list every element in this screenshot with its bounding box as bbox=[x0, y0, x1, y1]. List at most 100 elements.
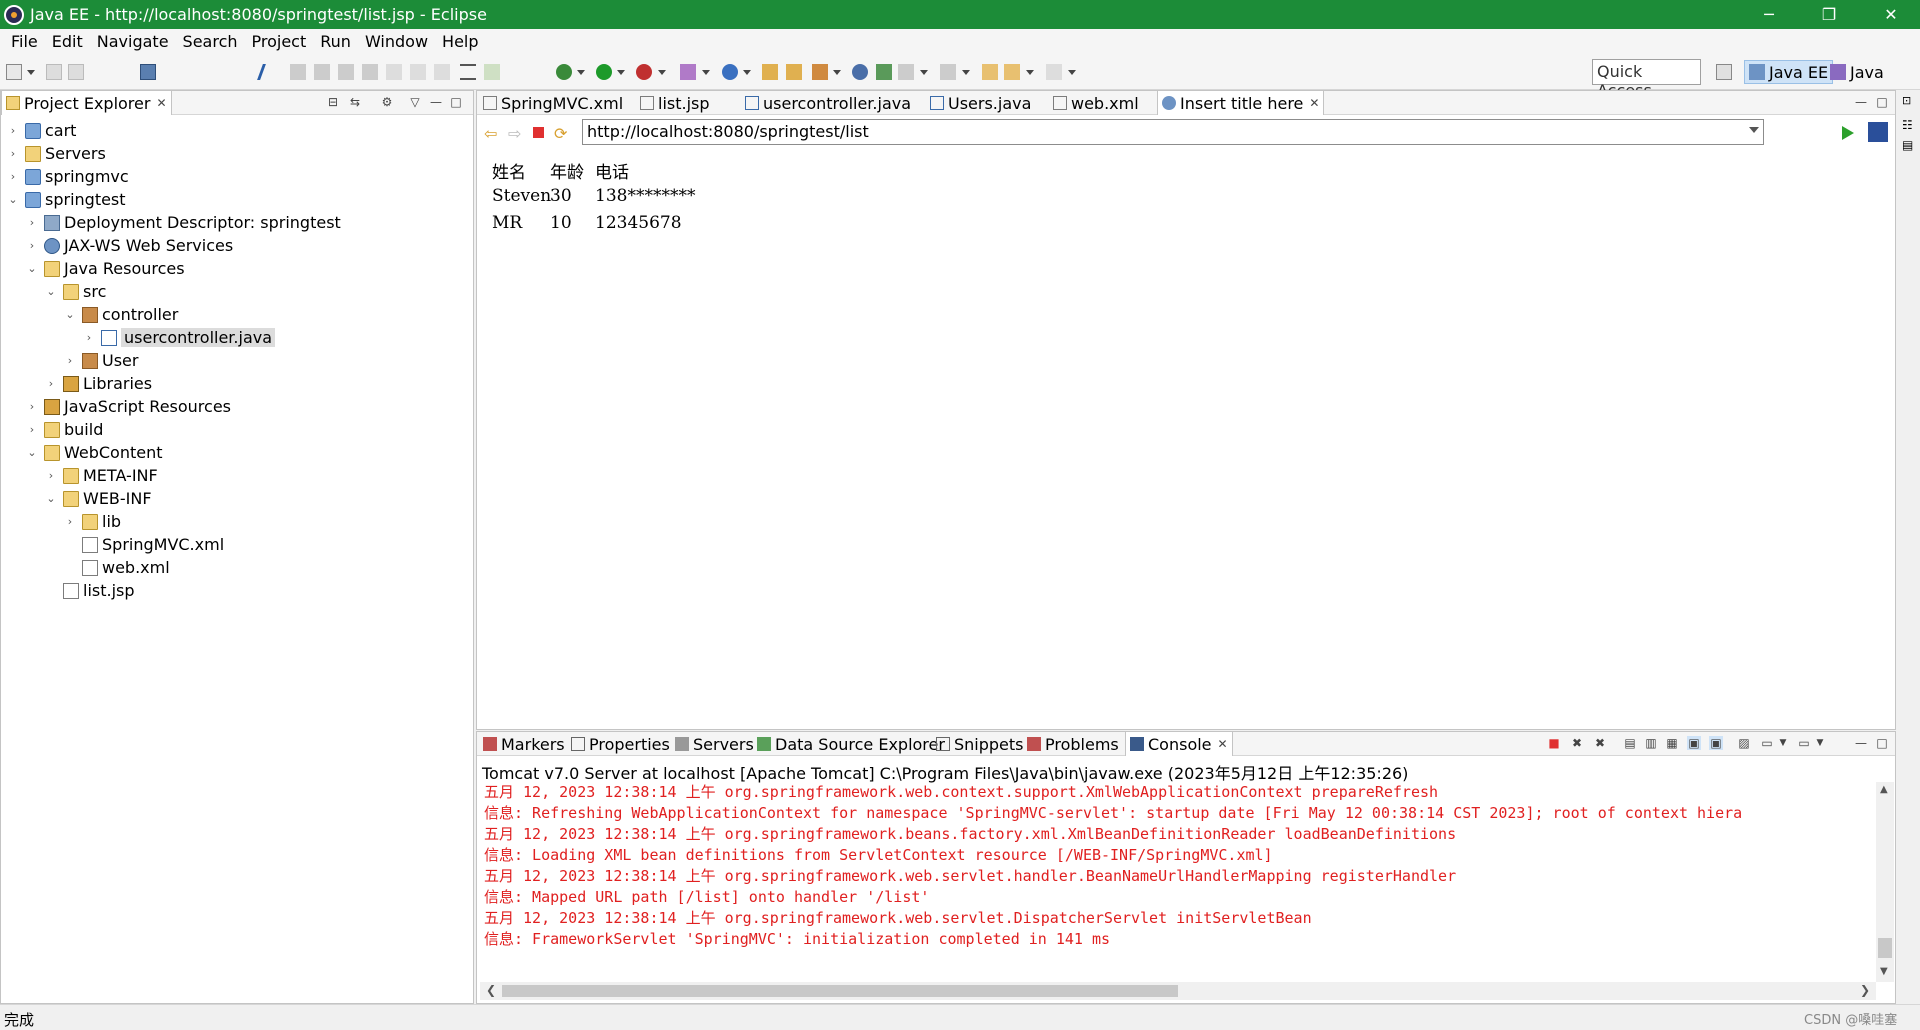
tab-insert-title-here[interactable]: Insert title here ✕ bbox=[1157, 91, 1325, 115]
tree-item-build[interactable]: › build bbox=[26, 418, 104, 441]
tab-project-explorer[interactable]: Project Explorer ✕ bbox=[1, 91, 172, 115]
tab-springmvc-xml[interactable]: SpringMVC.xml bbox=[479, 91, 627, 115]
menu-navigate[interactable]: Navigate bbox=[90, 32, 176, 51]
close-icon[interactable]: ✕ bbox=[1309, 96, 1319, 110]
chevron-right-icon[interactable]: › bbox=[45, 469, 57, 482]
forward-arrow-icon[interactable]: ⇨ bbox=[508, 124, 521, 143]
tab-servers[interactable]: Servers bbox=[671, 732, 758, 756]
chevron-right-icon[interactable]: › bbox=[64, 354, 76, 367]
maximize-view-icon[interactable]: □ bbox=[1875, 736, 1889, 750]
chevron-right-icon[interactable]: › bbox=[7, 147, 19, 160]
debug-icon[interactable] bbox=[556, 64, 572, 80]
tab-console[interactable]: Console ✕ bbox=[1125, 732, 1233, 756]
chevron-right-icon[interactable]: › bbox=[45, 377, 57, 390]
tree-item-cart[interactable]: › cart bbox=[7, 119, 77, 142]
terminate-icon[interactable] bbox=[338, 64, 354, 80]
tree-item-web-xml[interactable]: web.xml bbox=[64, 556, 170, 579]
chevron-down-icon[interactable]: ⌄ bbox=[45, 285, 57, 298]
tree-item-meta-inf[interactable]: › META-INF bbox=[45, 464, 158, 487]
cursor-icon[interactable] bbox=[257, 64, 279, 80]
remove-launch-icon[interactable]: ✖ bbox=[1570, 736, 1584, 750]
minimize-view-icon[interactable]: — bbox=[1854, 736, 1868, 750]
menu-help[interactable]: Help bbox=[435, 32, 485, 51]
open-type-icon[interactable] bbox=[762, 64, 778, 80]
chevron-down-icon[interactable]: ⌄ bbox=[26, 262, 38, 275]
tab-snippets[interactable]: Snippets bbox=[932, 732, 1028, 756]
tab-list-jsp[interactable]: list.jsp bbox=[636, 91, 714, 115]
chevron-down-icon[interactable]: ⌄ bbox=[45, 492, 57, 505]
tree-item-list-jsp[interactable]: list.jsp bbox=[45, 579, 135, 602]
tab-problems[interactable]: Problems bbox=[1023, 732, 1123, 756]
tab-users-java[interactable]: Users.java bbox=[926, 91, 1035, 115]
external-tools-dropdown-icon[interactable] bbox=[658, 70, 666, 75]
display-console-icon[interactable]: ▭ bbox=[1760, 736, 1774, 750]
back-dropdown-icon[interactable] bbox=[1026, 70, 1034, 75]
chevron-right-icon[interactable]: › bbox=[26, 423, 38, 436]
tree-item-java-resources[interactable]: ⌄ Java Resources bbox=[26, 257, 184, 280]
clear-console-icon[interactable]: ▤ bbox=[1623, 736, 1637, 750]
search-icon[interactable] bbox=[812, 64, 828, 80]
tree-item-controller[interactable]: ⌄ controller bbox=[64, 303, 178, 326]
collapse-all-icon[interactable]: ⊟ bbox=[326, 95, 340, 109]
tree-item-web-inf[interactable]: ⌄ WEB-INF bbox=[45, 487, 151, 510]
external-tools-icon[interactable] bbox=[636, 64, 652, 80]
open-task-icon[interactable] bbox=[786, 64, 802, 80]
suspend-icon[interactable] bbox=[314, 64, 330, 80]
go-icon[interactable] bbox=[1842, 126, 1854, 140]
tab-data-source-explorer[interactable]: Data Source Explorer bbox=[753, 732, 949, 756]
task-list-icon[interactable]: ▤ bbox=[1902, 138, 1913, 152]
close-icon[interactable]: ✕ bbox=[1218, 737, 1228, 751]
terminal-icon[interactable] bbox=[140, 64, 156, 80]
tree-item-usercontroller-java[interactable]: › usercontroller.java bbox=[83, 326, 276, 349]
scroll-left-icon[interactable]: ❮ bbox=[486, 983, 496, 997]
chevron-down-icon[interactable]: ⌄ bbox=[64, 308, 76, 321]
step-into-icon[interactable] bbox=[386, 64, 402, 80]
horizontal-scrollbar[interactable]: ❮ ❯ bbox=[480, 982, 1876, 1000]
tree-item-lib[interactable]: › lib bbox=[64, 510, 121, 533]
last-edit-dropdown-icon[interactable] bbox=[962, 70, 970, 75]
debug-dropdown-icon[interactable] bbox=[577, 70, 585, 75]
tree-item-user[interactable]: › User bbox=[64, 349, 139, 372]
chevron-down-icon[interactable]: ⌄ bbox=[26, 446, 38, 459]
scroll-right-icon[interactable]: ❯ bbox=[1860, 983, 1870, 997]
search-dropdown-icon[interactable] bbox=[833, 70, 841, 75]
open-console-dropdown-icon[interactable]: ▼ bbox=[1813, 736, 1827, 750]
remove-all-icon[interactable]: ✖ bbox=[1593, 736, 1607, 750]
tree-item-servers[interactable]: › Servers bbox=[7, 142, 106, 165]
menu-file[interactable]: File bbox=[4, 32, 45, 51]
tab-markers[interactable]: Markers bbox=[479, 732, 569, 756]
perspective-java[interactable]: Java bbox=[1826, 60, 1888, 84]
tab-web-xml[interactable]: web.xml bbox=[1049, 91, 1143, 115]
tree-item-springtest[interactable]: ⌄ springtest bbox=[7, 188, 125, 211]
open-perspective-icon[interactable] bbox=[1716, 64, 1732, 80]
tree-item-deployment-descriptor-springtest[interactable]: › Deployment Descriptor: springtest bbox=[26, 211, 341, 234]
chevron-down-icon[interactable]: ⌄ bbox=[7, 193, 19, 206]
perspective-java-ee[interactable]: Java EE bbox=[1744, 60, 1834, 84]
link-editor-icon[interactable]: ⇆ bbox=[348, 95, 362, 109]
menu-search[interactable]: Search bbox=[176, 32, 245, 51]
chevron-right-icon[interactable]: › bbox=[26, 216, 38, 229]
last-edit-icon[interactable] bbox=[940, 64, 956, 80]
new-java-class-icon[interactable] bbox=[722, 64, 738, 80]
view-menu-icon[interactable]: ▽ bbox=[408, 95, 422, 109]
restore-view-icon[interactable]: ⊡ bbox=[1902, 94, 1911, 107]
scroll-lock-icon[interactable]: ▥ bbox=[1644, 736, 1658, 750]
web-browser-icon[interactable] bbox=[852, 64, 868, 80]
new-icon[interactable] bbox=[6, 64, 22, 80]
tab-usercontroller-java[interactable]: usercontroller.java bbox=[741, 91, 915, 115]
scroll-down-icon[interactable]: ▼ bbox=[1880, 966, 1888, 977]
chevron-right-icon[interactable]: › bbox=[7, 170, 19, 183]
new-server-icon[interactable] bbox=[680, 64, 696, 80]
tree-item-libraries[interactable]: › Libraries bbox=[45, 372, 152, 395]
menu-project[interactable]: Project bbox=[245, 32, 314, 51]
disconnect-icon[interactable] bbox=[362, 64, 378, 80]
stop-icon[interactable] bbox=[533, 127, 544, 138]
minimize-view-icon[interactable]: — bbox=[429, 95, 443, 109]
chevron-right-icon[interactable]: › bbox=[26, 239, 38, 252]
publish-icon[interactable] bbox=[876, 64, 892, 80]
quick-access-input[interactable]: Quick Access bbox=[1592, 59, 1701, 100]
maximize-view-icon[interactable]: □ bbox=[449, 95, 463, 109]
forward-icon[interactable] bbox=[1046, 64, 1062, 80]
tree-item-src[interactable]: ⌄ src bbox=[45, 280, 106, 303]
display-console-dropdown-icon[interactable]: ▼ bbox=[1776, 736, 1790, 750]
